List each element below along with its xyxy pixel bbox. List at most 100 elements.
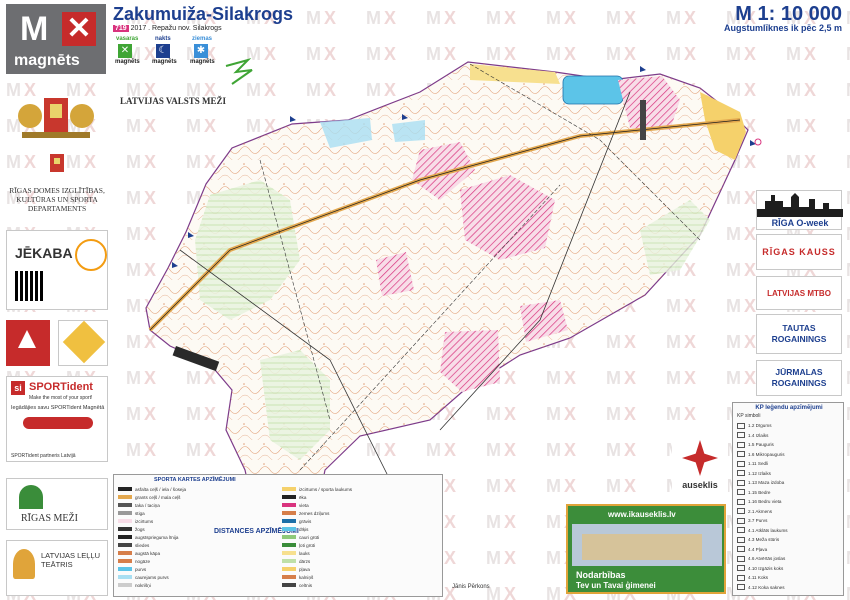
legend-swatch (282, 543, 296, 547)
kp-symbol-icon (737, 574, 745, 581)
legend-item: grāvis (282, 517, 372, 525)
legend-label: izcirtums / sporta laukums (299, 486, 353, 492)
legend-item: izcirtums / sporta laukums (282, 485, 372, 493)
legend-label: dīķis (299, 526, 309, 532)
auseklis-logo[interactable]: auseklis (672, 436, 728, 496)
snowflake-icon: ✱ (194, 44, 208, 58)
legend-label: augstsprieguma līnija (135, 534, 179, 540)
kp-legend-item: 1.5 Pauguris (737, 440, 841, 450)
legend-swatch (282, 495, 296, 499)
kp-legend-item: 4.10 Izgāzis koks (737, 564, 841, 574)
legend-item: ļoti grūti (282, 541, 372, 549)
kp-legend-item: 1.16 Bedru vieta (737, 497, 841, 507)
sportident-title: SPORTident (29, 381, 93, 393)
ikauseklis-ad[interactable]: www.ikauseklis.lv Nodarbības Tev un Tava… (566, 504, 726, 594)
legend-item: pļava (282, 565, 372, 573)
legend-title: SPORTA KARTES APZĪMĒJUMI (154, 477, 236, 483)
legend-swatch (118, 559, 132, 563)
legend-label: stiga (135, 510, 145, 516)
legend-item: grants ceļš / mala ceļš (118, 493, 208, 501)
lelles-logo[interactable]: LATVIJAS LEĻĻU TEĀTRIS (6, 540, 108, 596)
jurmalas-text: JŪRMALAS ROGAININGS (771, 367, 827, 388)
legend-label: ēka (299, 494, 307, 500)
legend-item: caurejams purvs (118, 573, 208, 581)
kp-legend-item: 1.11 Sedli (737, 459, 841, 469)
riga-oweek-logo[interactable]: RĪGA O-week (756, 190, 843, 230)
sportident-note: Iegādājies savu SPORTident Magnētā (11, 405, 105, 411)
legend-swatch (282, 575, 296, 579)
kp-legend-label: 4.6 Atvērtās joslas (748, 556, 786, 562)
kp-symbol-icon (737, 441, 745, 448)
riga-coat-of-arms-icon (18, 98, 94, 138)
legend-swatch (118, 511, 132, 515)
season-label: vasaras (116, 36, 139, 42)
legend-swatch (118, 527, 132, 531)
legend-item: žogs (118, 525, 208, 533)
kp-legend-label: 1.5 Pauguris (748, 442, 774, 448)
legend-label: vieta (299, 502, 309, 508)
legend-label: pļava (299, 566, 310, 572)
rigas-mezi-logo[interactable]: RĪGAS MEŽI (6, 478, 108, 530)
riga-oweek-text: RĪGA O-week (771, 218, 829, 228)
si-icon: si (11, 381, 25, 395)
legend-label: ļoti grūti (299, 542, 316, 548)
tree-icon (19, 485, 43, 509)
legend-swatch (282, 511, 296, 515)
legend-item: augstsprieguma līnija (118, 533, 208, 541)
kp-symbol-icon (737, 527, 745, 534)
partner-logo-emblem[interactable] (58, 320, 108, 366)
legend-label: grants ceļš / mala ceļš (135, 494, 181, 500)
legend-label: lauks (299, 550, 310, 556)
legend-swatch (282, 551, 296, 555)
legend-swatch (118, 495, 132, 499)
legend-swatch (282, 535, 296, 539)
tautas-logo[interactable]: TAUTAS ROGAININGS (756, 314, 842, 354)
partner-logo-red[interactable] (6, 320, 50, 366)
kp-legend-title: KP leģendu apzīmējumi (755, 405, 823, 411)
m-letter: M (20, 10, 49, 48)
jurmalas-logo[interactable]: JŪRMALAS ROGAININGS (756, 360, 842, 396)
magnets-logo[interactable]: M ✕ magnēts (6, 4, 106, 74)
kp-legend-subtitle: KP simboli (737, 413, 761, 419)
legend-label: taka / taciņa (135, 502, 160, 508)
kp-legend-label: 2.1 Akmens (748, 508, 773, 514)
emblem-icon (62, 320, 106, 364)
x-icon: ✕ (62, 12, 96, 46)
map-title: Zakumuiža-Silakrogs (113, 4, 294, 24)
sportident-ad[interactable]: si SPORTident Make the most of your spor… (6, 376, 108, 462)
kp-legend-label: 1.4 Izlaiks (748, 432, 769, 438)
legend-item: zemes dziļums (282, 509, 372, 517)
kp-legend-label: 1.2 Dīgums (748, 423, 772, 429)
legend-item: stiga (118, 509, 208, 517)
jekaba-ad[interactable]: JĒKABA (6, 230, 108, 310)
kp-legend-item: 4.3 Meža stūris (737, 535, 841, 545)
legend-label: celtnis (299, 582, 313, 588)
kp-symbol-icon (737, 470, 745, 477)
legend-swatch (118, 575, 132, 579)
kp-legend: KP leģendu apzīmējumi KP simboli 1.2 Dīg… (732, 402, 844, 596)
star-icon (682, 440, 718, 476)
legend-swatch (118, 535, 132, 539)
legend-item: ēka (282, 493, 372, 501)
legend-item: purvs (118, 565, 208, 573)
kp-legend-item: 1.6 Mikropauguris (737, 450, 841, 460)
rigas-kauss-logo[interactable]: RĪGAS KAUSS (756, 234, 842, 270)
kp-symbol-icon (737, 489, 745, 496)
legend-item: sliedes (118, 541, 208, 549)
kp-symbol-icon (737, 555, 745, 562)
legend-item: lauks (282, 549, 372, 557)
si-card-icon (23, 417, 93, 429)
season-brand: magnēts (152, 59, 177, 65)
mtbo-logo[interactable]: LATVIJAS MTBO (756, 276, 842, 310)
legend-swatch (118, 487, 132, 491)
kp-symbol-icon (737, 508, 745, 515)
auseklis-text: auseklis (682, 480, 718, 490)
kp-legend-label: 1.16 Bedru vieta (748, 499, 782, 505)
legend-swatch (282, 519, 296, 523)
legend-item: celtnis (282, 581, 372, 589)
left-sidebar: M ✕ magnēts RĪGAS DOMES IZGLĪTĪBAS, KULT… (0, 0, 113, 600)
season-brand: magnēts (115, 59, 140, 65)
tautas-text: TAUTAS ROGAININGS (771, 323, 827, 344)
kp-legend-item: 4.4 Pļava (737, 545, 841, 555)
kp-legend-item: 1.12 Izlaiks (737, 469, 841, 479)
